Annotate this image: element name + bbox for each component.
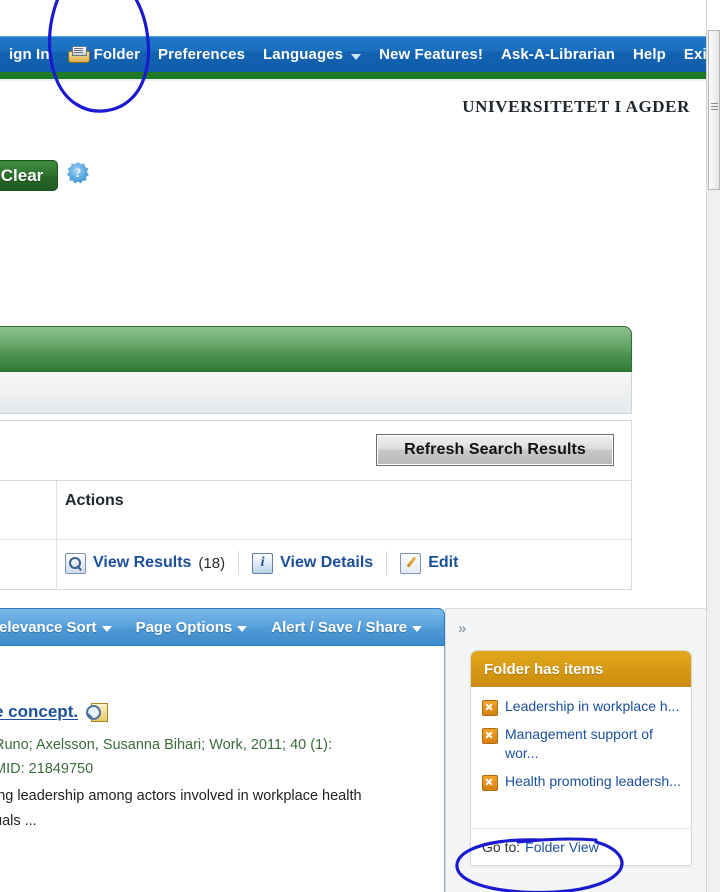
search-panel-subbar <box>0 372 632 414</box>
view-details-label: View Details <box>280 554 374 571</box>
folder-item-list: Leadership in workplace h... Management … <box>471 687 691 804</box>
table-column-divider <box>56 481 57 589</box>
nav-item-ask-a-librarian[interactable]: Ask-A-Librarian <box>492 36 624 72</box>
actions-table: Actions View Results (18) View Details E… <box>0 480 632 590</box>
nav-item-new-features[interactable]: New Features! <box>370 36 492 72</box>
clear-button[interactable]: Clear <box>0 160 58 191</box>
search-panel-header <box>0 326 632 372</box>
refresh-panel: Refresh Search Results <box>0 420 632 480</box>
folder-item-label: Health promoting leadersh... <box>505 773 681 789</box>
magnifier-icon <box>65 552 86 574</box>
folder-item-label: Leadership in workplace h... <box>505 698 680 714</box>
nav-item-help-label: Help <box>633 45 666 63</box>
scrollbar-track <box>707 0 720 30</box>
folder-view-link[interactable]: Folder View <box>525 839 599 855</box>
folder-panel-footer: Go to: Folder View <box>471 828 691 865</box>
chevron-down-icon <box>237 625 248 632</box>
toolbar-alert-save-share-label: Alert / Save / Share <box>271 618 408 636</box>
help-icon-glyph: ? <box>74 165 82 180</box>
browser-viewport: ign In Folder Preferences Languages New … <box>0 0 720 892</box>
folder-footer-prefix: Go to: <box>482 839 521 855</box>
edit-label: Edit <box>428 554 459 571</box>
scrollbar-grip-icon <box>711 103 718 104</box>
nav-item-folder[interactable]: Folder <box>59 36 149 72</box>
view-results-action[interactable]: View Results (18) <box>65 552 238 574</box>
chevron-down-icon <box>351 53 362 60</box>
nav-item-sign-in[interactable]: ign In <box>0 36 59 72</box>
printer-folder-icon <box>67 45 90 63</box>
nav-item-preferences[interactable]: Preferences <box>149 36 254 72</box>
nav-item-new-features-label: New Features! <box>379 45 483 63</box>
toolbar-page-options-label: Page Options <box>135 618 233 636</box>
chevron-down-icon <box>101 625 112 632</box>
result-title-text: e concept. <box>0 702 79 721</box>
nav-item-preferences-label: Preferences <box>158 45 246 63</box>
green-divider-rule <box>0 72 706 79</box>
folder-has-items-panel: Folder has items Leadership in workplace… <box>470 650 692 866</box>
nav-item-help[interactable]: Help <box>624 36 675 72</box>
result-snippet-line-2: uals ... <box>0 813 37 829</box>
result-citation-line-2: MID: 21849750 <box>0 761 94 777</box>
toolbar-alert-save-share[interactable]: Alert / Save / Share <box>259 619 434 636</box>
collapse-sidebar-icon[interactable]: » <box>458 620 466 637</box>
edit-action[interactable]: Edit <box>400 552 471 574</box>
view-results-count: (18) <box>198 554 226 572</box>
edit-pencil-icon <box>400 552 422 574</box>
result-citation: Runo; Axelsson, Susanna Bihari; Work, 20… <box>0 733 332 781</box>
top-navigation-bar: ign In Folder Preferences Languages New … <box>0 36 712 72</box>
vertical-scrollbar[interactable] <box>706 0 720 892</box>
list-item[interactable]: Health promoting leadersh... <box>482 772 681 791</box>
institution-branding: UNIVERSITETET I AGDER <box>462 97 690 116</box>
refresh-search-results-button[interactable]: Refresh Search Results <box>376 434 614 466</box>
result-citation-line-1: Runo; Axelsson, Susanna Bihari; Work, 20… <box>0 737 332 753</box>
nav-item-ask-a-librarian-label: Ask-A-Librarian <box>500 45 615 63</box>
info-icon <box>252 552 274 574</box>
preview-magnifier-icon[interactable] <box>86 703 109 722</box>
actions-column-header: Actions <box>65 492 124 509</box>
results-toolbar: elevance Sort Page Options Alert / Save … <box>0 608 445 646</box>
action-divider <box>238 551 240 575</box>
nav-item-languages[interactable]: Languages <box>254 36 370 72</box>
remove-x-icon[interactable] <box>482 700 498 716</box>
refresh-search-results-label: Refresh Search Results <box>404 441 586 458</box>
nav-item-languages-label: Languages <box>263 45 344 63</box>
folder-panel-title: Folder has items <box>471 651 691 687</box>
toolbar-relevance-sort-label: elevance Sort <box>0 618 97 636</box>
result-snippet: ing leadership among actors involved in … <box>0 784 362 834</box>
list-item[interactable]: Leadership in workplace h... <box>482 697 681 716</box>
result-title-link[interactable]: e concept. <box>0 702 109 722</box>
remove-x-icon[interactable] <box>482 728 498 744</box>
action-divider <box>386 551 388 575</box>
chevron-down-icon <box>412 625 423 632</box>
view-results-label: View Results <box>93 554 192 571</box>
view-details-action[interactable]: View Details <box>252 552 386 574</box>
table-row-divider <box>0 539 631 540</box>
remove-x-icon[interactable] <box>482 775 498 791</box>
toolbar-relevance-sort[interactable]: elevance Sort <box>0 619 124 636</box>
list-item[interactable]: Management support of wor... <box>482 725 681 763</box>
folder-item-label: Management support of wor... <box>505 726 653 761</box>
nav-item-sign-in-label: ign In <box>9 45 50 63</box>
help-icon[interactable]: ? <box>67 162 89 184</box>
clear-button-label: Clear <box>0 165 44 185</box>
rule-shadow <box>0 79 706 81</box>
nav-item-folder-label: Folder <box>93 45 141 63</box>
scrollbar-thumb[interactable] <box>708 30 720 190</box>
table-row: View Results (18) View Details Edit <box>65 551 471 575</box>
toolbar-page-options[interactable]: Page Options <box>124 619 260 636</box>
result-snippet-line-1: ing leadership among actors involved in … <box>0 788 362 804</box>
